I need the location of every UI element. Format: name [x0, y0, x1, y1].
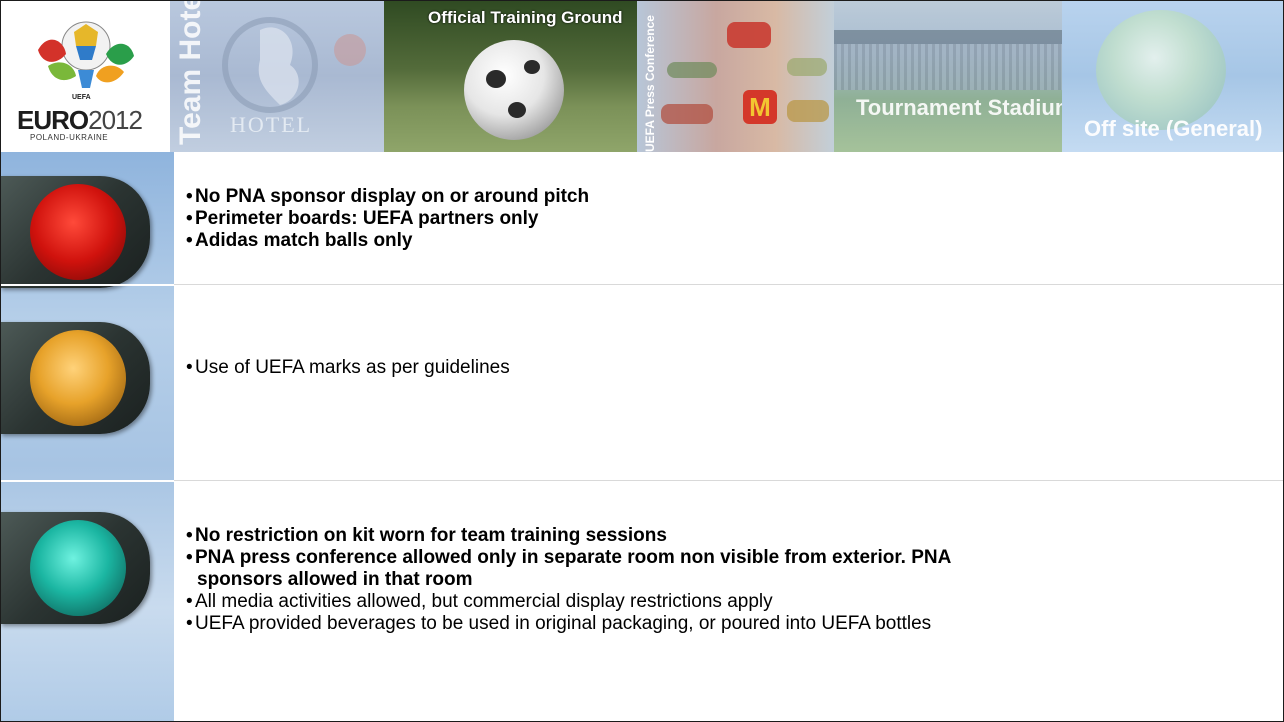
light-divider — [0, 284, 174, 286]
light-divider — [0, 480, 174, 482]
bullet-item: • No PNA sponsor display on or around pit… — [186, 186, 1266, 208]
uefa-press-conference-tile: M UEFA Press Conference — [637, 0, 834, 152]
traffic-light-housing — [0, 322, 150, 434]
ball-patch — [508, 102, 526, 118]
bullet-text: All media activities allowed, but commer… — [195, 591, 773, 612]
sponsor-chip-icon — [727, 22, 771, 48]
bullet-marker: • — [186, 613, 193, 634]
off-site-general-tile: Off site (General) — [1062, 0, 1284, 152]
sponsor-chip-icon — [787, 100, 829, 122]
red-restrictions-section: • No PNA sponsor display on or around pit… — [186, 186, 1266, 252]
stadium-roof — [834, 30, 1062, 44]
bullet-item: • PNA press conference allowed only in se… — [186, 547, 1266, 591]
amber-light-icon — [30, 330, 126, 426]
slide: UEFA EURO2012 POLAND-UKRAINE HOTEL Team … — [0, 0, 1284, 722]
hotel-sign: HOTEL — [230, 112, 313, 137]
euro2012-flower-icon — [38, 21, 134, 88]
press-conference-label: UEFA Press Conference — [643, 15, 657, 152]
bullet-text: PNA press conference allowed only in sep… — [195, 547, 952, 568]
euro-word: EURO — [17, 105, 89, 135]
euro-wordmark: EURO2012 — [17, 105, 143, 136]
uefa-wordmark: UEFA — [72, 94, 91, 101]
bullet-text: No PNA sponsor display on or around pitc… — [195, 186, 590, 207]
bullet-text: UEFA provided beverages to be used in or… — [195, 613, 932, 634]
green-light-icon — [30, 520, 126, 616]
bullet-text: Use of UEFA marks as per guidelines — [195, 357, 510, 378]
bullet-item: • All media activities allowed, but comme… — [186, 591, 1266, 613]
bullet-text: Adidas match balls only — [195, 230, 413, 251]
sponsor-chip-icon — [787, 58, 827, 76]
bullet-marker: • — [186, 591, 193, 612]
bullet-item: • Perimeter boards: UEFA partners only — [186, 208, 1266, 230]
traffic-light-housing — [0, 176, 150, 288]
bullet-continuation: sponsors allowed in that room — [197, 569, 473, 590]
ball-patch — [486, 70, 506, 88]
ball-patch — [524, 60, 540, 74]
team-hotel-label: Team Hotel — [174, 0, 207, 145]
year-word: 2012 — [88, 105, 143, 135]
euro2012-logo: UEFA EURO2012 POLAND-UKRAINE — [0, 0, 170, 152]
football-icon — [464, 40, 564, 140]
section-divider — [174, 284, 1284, 285]
bullet-text: Perimeter boards: UEFA partners only — [195, 208, 539, 229]
traffic-light-column — [0, 152, 174, 722]
globe-icon — [1096, 10, 1226, 130]
training-ground-label: Official Training Ground — [428, 8, 623, 27]
bullet-marker: • — [186, 208, 193, 229]
bullet-marker: • — [186, 547, 193, 568]
mcdonalds-logo-icon: M — [743, 90, 777, 124]
amber-guidelines-section: • Use of UEFA marks as per guidelines — [186, 357, 1266, 379]
bullet-text: No restriction on kit worn for team trai… — [195, 525, 667, 546]
host-countries: POLAND-UKRAINE — [30, 133, 109, 142]
traffic-light-housing — [0, 512, 150, 624]
green-allowed-section: • No restriction on kit worn for team tra… — [186, 525, 1266, 635]
header-banner: UEFA EURO2012 POLAND-UKRAINE HOTEL Team … — [0, 0, 1284, 152]
bullet-marker: • — [186, 357, 193, 378]
red-light-icon — [30, 184, 126, 280]
tournament-stadium-tile: Tournament Stadium — [834, 0, 1062, 152]
bullet-item: • UEFA provided beverages to be used in o… — [186, 613, 1266, 635]
bullet-item: • Adidas match balls only — [186, 230, 1266, 252]
sponsor-chip-icon — [661, 104, 713, 124]
official-training-ground-tile: Official Training Ground — [384, 0, 637, 152]
bullet-item: • No restriction on kit worn for team tra… — [186, 525, 1266, 547]
bullet-marker: • — [186, 230, 193, 251]
bullet-item: • Use of UEFA marks as per guidelines — [186, 357, 1266, 379]
bullet-marker: • — [186, 186, 193, 207]
tournament-stadium-label: Tournament Stadium — [856, 95, 1062, 120]
bullet-marker: • — [186, 525, 193, 546]
section-divider — [174, 480, 1284, 481]
stadium-stand — [834, 44, 1062, 90]
off-site-label: Off site (General) — [1084, 116, 1263, 141]
team-hotel-tile: HOTEL Team Hotel — [170, 0, 384, 152]
sponsor-chip-icon — [667, 62, 717, 78]
